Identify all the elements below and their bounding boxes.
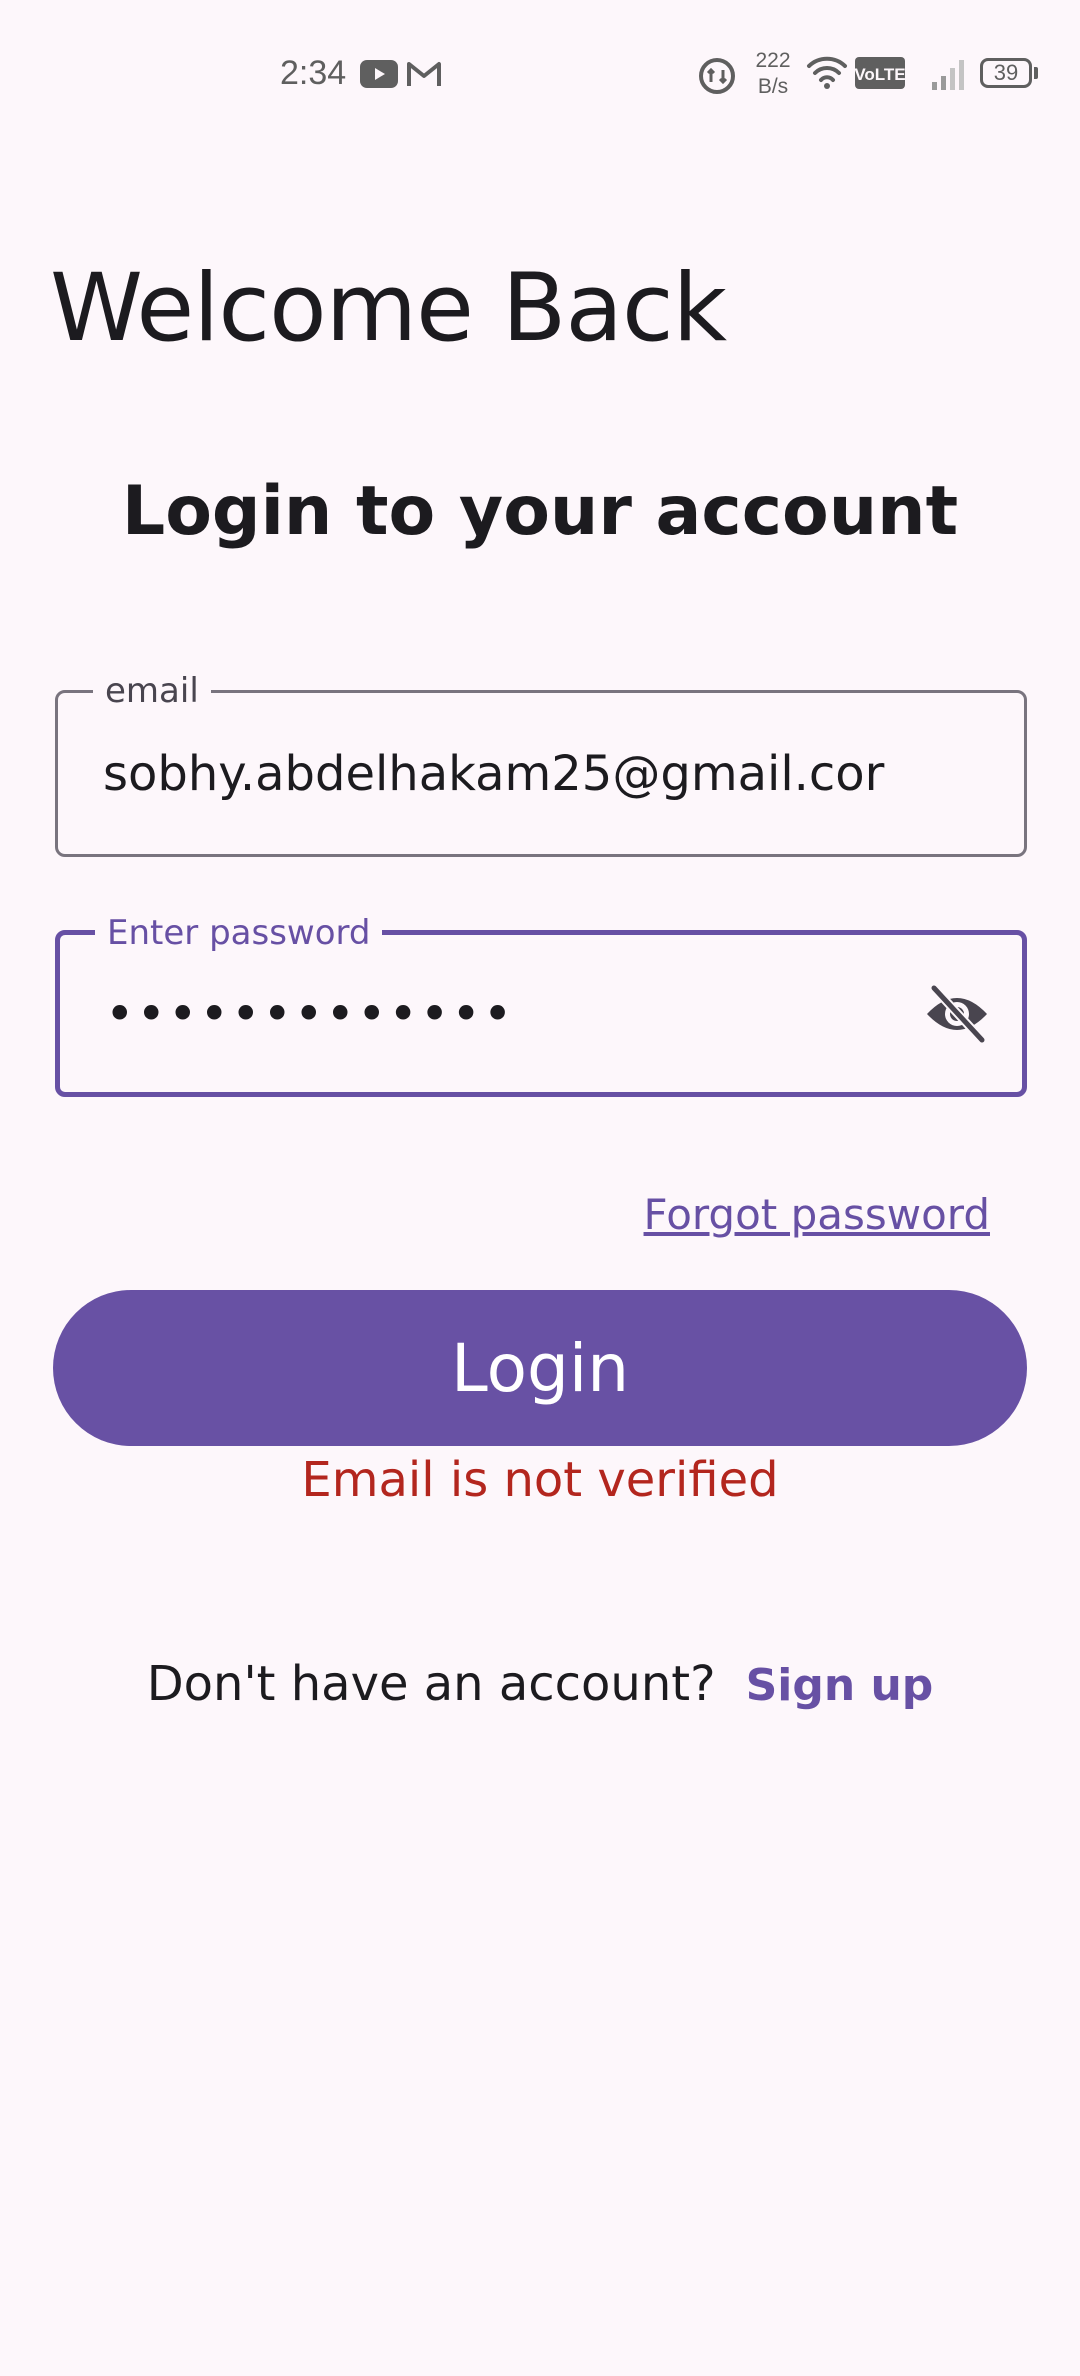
signal-icon bbox=[932, 60, 964, 90]
wifi-icon bbox=[807, 56, 847, 89]
email-input[interactable] bbox=[103, 745, 933, 802]
battery-icon: 39 bbox=[980, 58, 1038, 88]
network-speed-value: 222 bbox=[755, 49, 791, 72]
password-field[interactable]: Enter password ••••••••••••• bbox=[55, 913, 1027, 1097]
error-message: Email is not verified bbox=[301, 1452, 779, 1508]
password-input[interactable]: ••••••••••••• bbox=[105, 985, 935, 1043]
status-time: 2:34 bbox=[280, 54, 347, 92]
visibility-off-icon bbox=[927, 983, 987, 1044]
youtube-icon bbox=[360, 60, 398, 88]
signup-row: Don't have an account? Sign up bbox=[0, 1656, 1080, 1712]
email-field[interactable]: email bbox=[55, 671, 1027, 857]
gmail-icon bbox=[407, 62, 441, 86]
status-bar: 2:34 222 B/s VoLTE 39 bbox=[0, 0, 1080, 150]
login-button[interactable]: Login bbox=[53, 1290, 1027, 1446]
email-field-label: email bbox=[93, 671, 211, 711]
volte-label: VoLTE bbox=[855, 65, 905, 84]
volte-icon: VoLTE bbox=[855, 57, 905, 89]
page-subtitle: Login to your account bbox=[121, 472, 959, 551]
forgot-password-link[interactable]: Forgot password bbox=[644, 1190, 990, 1239]
data-saver-icon bbox=[699, 58, 735, 94]
network-speed-unit: B/s bbox=[757, 75, 789, 98]
signup-prompt: Don't have an account? bbox=[146, 1656, 716, 1712]
page-title: Welcome Back bbox=[50, 254, 727, 363]
signup-link[interactable]: Sign up bbox=[746, 1660, 934, 1711]
password-field-label: Enter password bbox=[95, 913, 383, 953]
visibility-toggle-button[interactable] bbox=[922, 979, 992, 1049]
network-speed: 222 B/s bbox=[748, 48, 798, 100]
